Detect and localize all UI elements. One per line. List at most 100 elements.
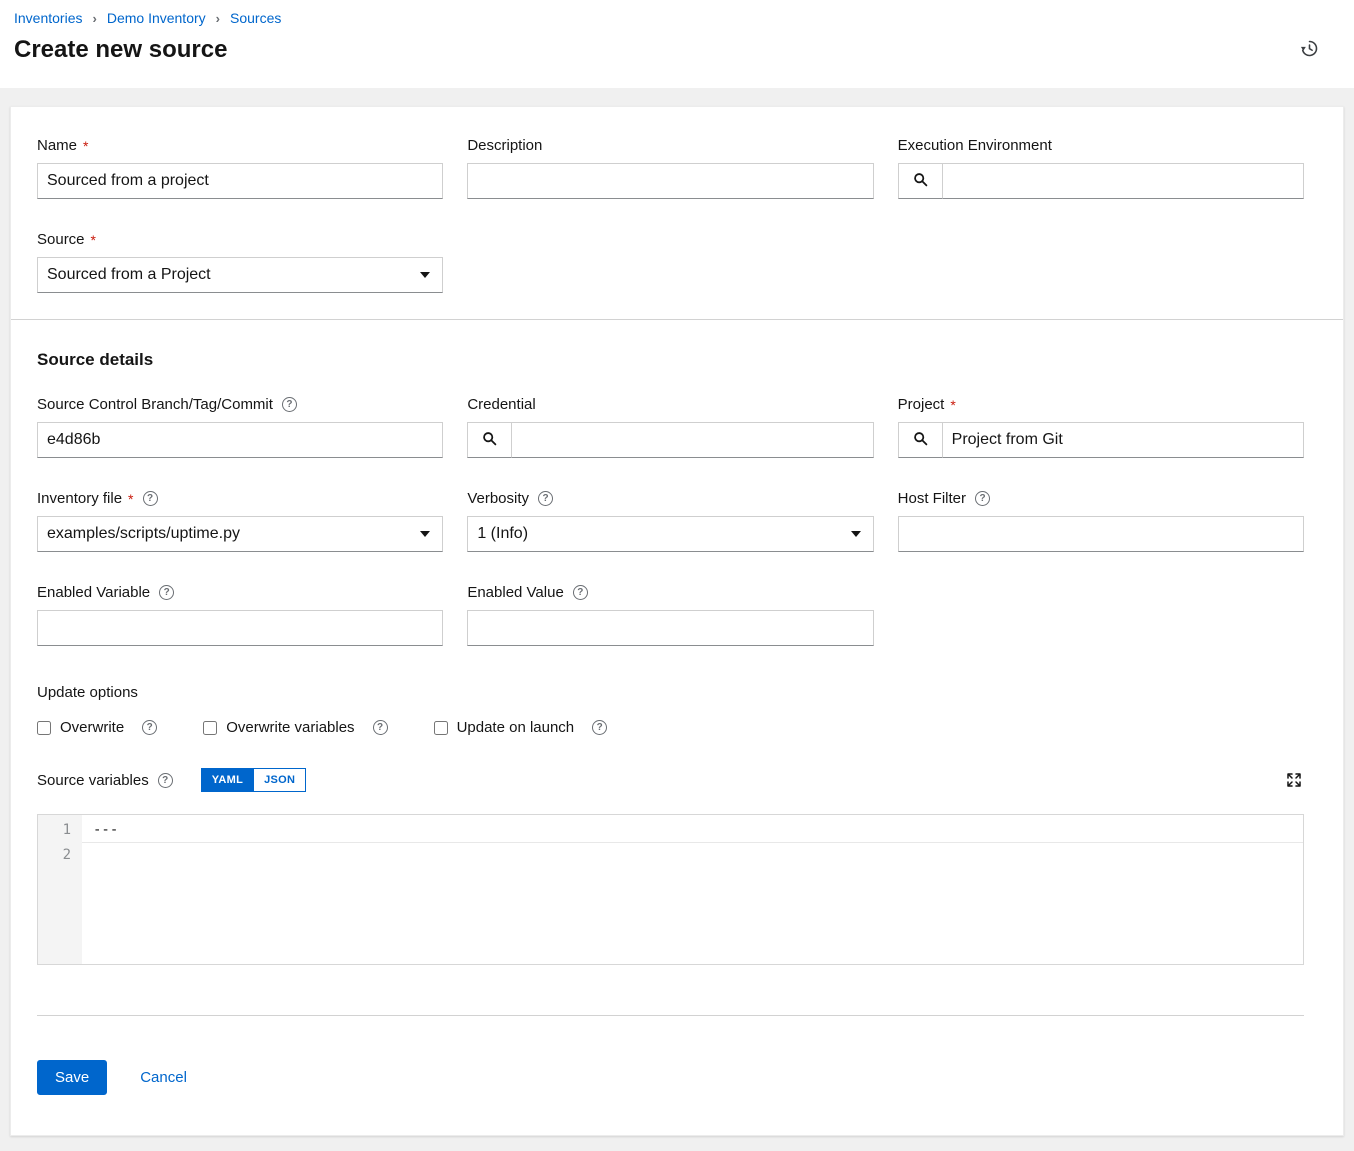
source-details-heading: Source details — [37, 350, 1304, 370]
source-variables-header: Source variables ? YAML JSON — [37, 768, 1304, 792]
update-options-row: Overwrite ? Overwrite variables ? Update… — [37, 719, 1304, 736]
required-marker: * — [91, 233, 96, 247]
editor-code-area[interactable]: --- — [82, 815, 1303, 964]
enabled-variable-label: Enabled Variable — [37, 584, 150, 601]
line-number: 1 — [38, 818, 71, 843]
host-filter-label: Host Filter — [898, 490, 966, 507]
host-filter-field: Host Filter ? — [898, 490, 1304, 552]
verbosity-label: Verbosity — [467, 490, 529, 507]
name-input[interactable] — [37, 163, 443, 199]
search-icon — [913, 431, 928, 449]
project-input[interactable] — [942, 422, 1304, 458]
project-search-button[interactable] — [898, 422, 943, 458]
verbosity-select[interactable]: 1 (Info) — [467, 516, 873, 552]
inventory-file-help-icon[interactable]: ? — [143, 491, 158, 506]
inventory-file-field: Inventory file * ? examples/scripts/upti… — [37, 490, 443, 552]
enabled-variable-help-icon[interactable]: ? — [159, 585, 174, 600]
search-icon — [482, 431, 497, 449]
update-on-launch-checkbox[interactable] — [434, 721, 448, 735]
execution-environment-field: Execution Environment — [898, 137, 1304, 199]
source-variables-help-icon[interactable]: ? — [158, 773, 173, 788]
overwrite-variables-help-icon[interactable]: ? — [373, 720, 388, 735]
section-divider — [11, 319, 1343, 320]
page-title: Create new source — [14, 36, 227, 64]
verbosity-field: Verbosity ? 1 (Info) — [467, 490, 873, 552]
overwrite-help-icon[interactable]: ? — [142, 720, 157, 735]
verbosity-help-icon[interactable]: ? — [538, 491, 553, 506]
overwrite-variables-label: Overwrite variables — [226, 719, 354, 736]
json-toggle-button[interactable]: JSON — [253, 768, 306, 792]
scm-branch-label: Source Control Branch/Tag/Commit — [37, 396, 273, 413]
chevron-right-icon: › — [92, 11, 96, 26]
source-label: Source — [37, 231, 85, 248]
verbosity-select-value: 1 (Info) — [477, 525, 528, 543]
search-icon — [913, 172, 928, 190]
scm-branch-field: Source Control Branch/Tag/Commit ? — [37, 396, 443, 458]
history-button[interactable] — [1297, 36, 1322, 61]
enabled-variable-input[interactable] — [37, 610, 443, 646]
cancel-button[interactable]: Cancel — [140, 1069, 187, 1086]
code-line — [82, 843, 1303, 868]
page-body: Name * Description Execution Environment — [0, 88, 1354, 1151]
expand-editor-button[interactable] — [1284, 770, 1304, 790]
chevron-right-icon: › — [216, 11, 220, 26]
execution-environment-search-button[interactable] — [898, 163, 943, 199]
source-variables-editor[interactable]: 1 2 --- — [37, 814, 1304, 965]
yaml-toggle-button[interactable]: YAML — [201, 768, 254, 792]
code-line: --- — [82, 818, 1303, 843]
enabled-value-label: Enabled Value — [467, 584, 563, 601]
credential-field: Credential — [467, 396, 873, 458]
overwrite-variables-checkbox[interactable] — [203, 721, 217, 735]
project-field: Project * — [898, 396, 1304, 458]
required-marker: * — [128, 492, 133, 506]
host-filter-help-icon[interactable]: ? — [975, 491, 990, 506]
line-number: 2 — [38, 843, 71, 868]
inventory-file-select[interactable]: examples/scripts/uptime.py — [37, 516, 443, 552]
name-field: Name * — [37, 137, 443, 199]
description-field: Description — [467, 137, 873, 199]
editor-gutter: 1 2 — [38, 815, 82, 964]
description-input[interactable] — [467, 163, 873, 199]
source-select[interactable]: Sourced from a Project — [37, 257, 443, 293]
execution-environment-label: Execution Environment — [898, 137, 1052, 154]
breadcrumb-link-sources[interactable]: Sources — [230, 10, 281, 26]
inventory-file-select-value: examples/scripts/uptime.py — [47, 525, 240, 543]
inventory-file-label: Inventory file — [37, 490, 122, 507]
project-label: Project — [898, 396, 945, 413]
source-field: Source * Sourced from a Project — [37, 231, 443, 293]
credential-search-button[interactable] — [467, 422, 512, 458]
source-details-grid: Source Control Branch/Tag/Commit ? Crede… — [37, 396, 1304, 646]
top-fields-grid: Name * Description Execution Environment — [37, 137, 1304, 293]
credential-label: Credential — [467, 396, 535, 413]
save-button[interactable]: Save — [37, 1060, 107, 1095]
update-on-launch-help-icon[interactable]: ? — [592, 720, 607, 735]
chevron-down-icon — [420, 272, 430, 278]
overwrite-checkbox[interactable] — [37, 721, 51, 735]
execution-environment-input[interactable] — [942, 163, 1304, 199]
variables-mode-toggle: YAML JSON — [201, 768, 307, 792]
credential-input[interactable] — [511, 422, 873, 458]
breadcrumb-link-inventories[interactable]: Inventories — [14, 10, 82, 26]
source-variables-label: Source variables — [37, 772, 149, 789]
required-marker: * — [950, 398, 955, 412]
host-filter-input[interactable] — [898, 516, 1304, 552]
scm-branch-input[interactable] — [37, 422, 443, 458]
enabled-variable-field: Enabled Variable ? — [37, 584, 443, 646]
overwrite-label: Overwrite — [60, 719, 124, 736]
enabled-value-help-icon[interactable]: ? — [573, 585, 588, 600]
expand-icon — [1286, 776, 1302, 791]
enabled-value-field: Enabled Value ? — [467, 584, 873, 646]
update-options-heading: Update options — [37, 684, 1304, 701]
breadcrumb-link-demo-inventory[interactable]: Demo Inventory — [107, 10, 206, 26]
breadcrumb: Inventories › Demo Inventory › Sources — [14, 10, 1338, 26]
required-marker: * — [83, 139, 88, 153]
update-on-launch-label: Update on launch — [457, 719, 575, 736]
enabled-value-input[interactable] — [467, 610, 873, 646]
page-header: Inventories › Demo Inventory › Sources C… — [0, 0, 1354, 88]
chevron-down-icon — [851, 531, 861, 537]
create-source-form-card: Name * Description Execution Environment — [10, 106, 1344, 1136]
update-on-launch-option: Update on launch ? — [434, 719, 608, 736]
overwrite-option: Overwrite ? — [37, 719, 157, 736]
history-icon — [1299, 47, 1320, 62]
scm-branch-help-icon[interactable]: ? — [282, 397, 297, 412]
